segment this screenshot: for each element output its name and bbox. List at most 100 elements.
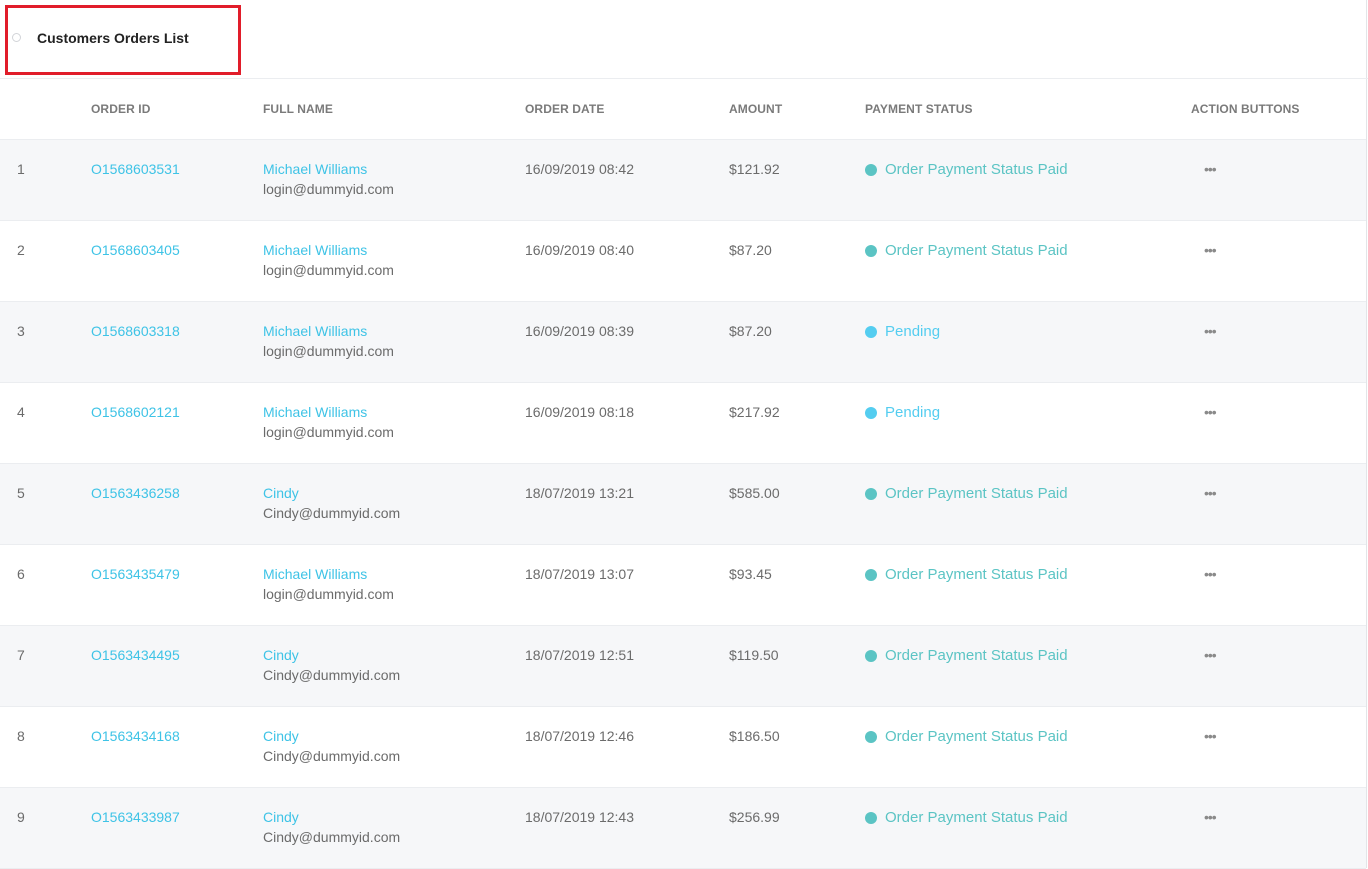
panel-right-border bbox=[1366, 0, 1367, 868]
order-date: 18/07/2019 13:21 bbox=[525, 485, 634, 501]
table-row[interactable]: 1 O1568603531 Michael Williams login@dum… bbox=[0, 139, 1366, 221]
order-id-link[interactable]: O1563434495 bbox=[91, 647, 180, 663]
payment-status-label: Order Payment Status Paid bbox=[885, 809, 1068, 826]
payment-status-badge: Pending bbox=[865, 404, 940, 421]
col-header-amount[interactable]: AMOUNT bbox=[729, 79, 865, 140]
order-id-link[interactable]: O1563435479 bbox=[91, 566, 180, 582]
payment-status-badge: Order Payment Status Paid bbox=[865, 242, 1068, 259]
col-header-order-id[interactable]: ORDER ID bbox=[91, 79, 263, 140]
row-number: 2 bbox=[17, 242, 25, 258]
customer-name-link[interactable]: Cindy bbox=[263, 809, 299, 825]
more-horizontal-icon[interactable]: ••• bbox=[1204, 243, 1217, 257]
customer-email: login@dummyid.com bbox=[263, 262, 394, 278]
order-id-link[interactable]: O1563436258 bbox=[91, 485, 180, 501]
more-horizontal-icon[interactable]: ••• bbox=[1204, 486, 1217, 500]
customer-name-link[interactable]: Cindy bbox=[263, 647, 299, 663]
orders-table: ORDER ID FULL NAME ORDER DATE AMOUNT PAY… bbox=[0, 79, 1366, 869]
payment-status-badge: Order Payment Status Paid bbox=[865, 566, 1068, 583]
customer-name-link[interactable]: Cindy bbox=[263, 485, 299, 501]
order-id-link[interactable]: O1563433987 bbox=[91, 809, 180, 825]
payment-status-label: Order Payment Status Paid bbox=[885, 728, 1068, 745]
status-dot-icon bbox=[865, 730, 877, 743]
payment-status-badge: Pending bbox=[865, 323, 940, 340]
status-dot-icon bbox=[865, 163, 877, 176]
order-id-link[interactable]: O1568603405 bbox=[91, 242, 180, 258]
table-row[interactable]: 9 O1563433987 Cindy Cindy@dummyid.com 18… bbox=[0, 787, 1366, 869]
customer-name-link[interactable]: Michael Williams bbox=[263, 566, 367, 582]
order-amount: $87.20 bbox=[729, 242, 772, 258]
more-horizontal-icon[interactable]: ••• bbox=[1204, 567, 1217, 581]
row-number: 8 bbox=[17, 728, 25, 744]
order-amount: $585.00 bbox=[729, 485, 780, 501]
payment-status-badge: Order Payment Status Paid bbox=[865, 485, 1068, 502]
col-header-full-name[interactable]: FULL NAME bbox=[263, 79, 525, 140]
order-id-link[interactable]: O1563434168 bbox=[91, 728, 180, 744]
status-dot-icon bbox=[865, 487, 877, 500]
order-id-link[interactable]: O1568603531 bbox=[91, 161, 180, 177]
more-horizontal-icon[interactable]: ••• bbox=[1204, 324, 1217, 338]
customer-name-link[interactable]: Cindy bbox=[263, 728, 299, 744]
customer-name-link[interactable]: Michael Williams bbox=[263, 404, 367, 420]
status-dot-icon bbox=[865, 406, 877, 419]
row-number: 3 bbox=[17, 323, 25, 339]
payment-status-label: Pending bbox=[885, 323, 941, 340]
status-dot-icon bbox=[865, 649, 877, 662]
row-number: 9 bbox=[17, 809, 25, 825]
row-number: 4 bbox=[17, 404, 25, 420]
payment-status-label: Order Payment Status Paid bbox=[885, 485, 1068, 502]
order-id-link[interactable]: O1568603318 bbox=[91, 323, 180, 339]
more-horizontal-icon[interactable]: ••• bbox=[1204, 648, 1217, 662]
order-amount: $93.45 bbox=[729, 566, 772, 582]
panel-header: Customers Orders List bbox=[0, 0, 1368, 79]
table-row[interactable]: 6 O1563435479 Michael Williams login@dum… bbox=[0, 545, 1366, 626]
order-date: 16/09/2019 08:18 bbox=[525, 404, 634, 420]
order-amount: $119.50 bbox=[729, 647, 779, 663]
order-amount: $121.92 bbox=[729, 161, 780, 177]
payment-status-badge: Order Payment Status Paid bbox=[865, 809, 1068, 826]
col-header-payment-status[interactable]: PAYMENT STATUS bbox=[865, 79, 1191, 140]
row-number: 6 bbox=[17, 566, 25, 582]
row-number: 7 bbox=[17, 647, 25, 663]
order-id-link[interactable]: O1568602121 bbox=[91, 404, 180, 420]
row-number: 5 bbox=[17, 485, 25, 501]
more-horizontal-icon[interactable]: ••• bbox=[1204, 810, 1217, 824]
order-amount: $217.92 bbox=[729, 404, 780, 420]
customer-name-link[interactable]: Michael Williams bbox=[263, 323, 367, 339]
payment-status-badge: Order Payment Status Paid bbox=[865, 161, 1068, 178]
order-amount: $186.50 bbox=[729, 728, 780, 744]
payment-status-label: Order Payment Status Paid bbox=[885, 647, 1068, 664]
customer-email: Cindy@dummyid.com bbox=[263, 748, 401, 764]
col-header-number bbox=[0, 79, 91, 140]
customer-email: Cindy@dummyid.com bbox=[263, 829, 401, 845]
payment-status-badge: Order Payment Status Paid bbox=[865, 647, 1068, 664]
table-row[interactable]: 7 O1563434495 Cindy Cindy@dummyid.com 18… bbox=[0, 625, 1366, 707]
table-row[interactable]: 2 O1568603405 Michael Williams login@dum… bbox=[0, 221, 1366, 302]
table-row[interactable]: 5 O1563436258 Cindy Cindy@dummyid.com 18… bbox=[0, 463, 1366, 545]
order-date: 18/07/2019 13:07 bbox=[525, 566, 634, 582]
table-row[interactable]: 8 O1563434168 Cindy Cindy@dummyid.com 18… bbox=[0, 707, 1366, 788]
payment-status-label: Order Payment Status Paid bbox=[885, 566, 1068, 583]
table-row[interactable]: 3 O1568603318 Michael Williams login@dum… bbox=[0, 301, 1366, 383]
customer-email: login@dummyid.com bbox=[263, 424, 394, 440]
order-date: 18/07/2019 12:43 bbox=[525, 809, 634, 825]
payment-status-label: Order Payment Status Paid bbox=[885, 161, 1068, 178]
radio-circle-icon[interactable] bbox=[12, 33, 21, 42]
more-horizontal-icon[interactable]: ••• bbox=[1204, 405, 1217, 419]
col-header-order-date[interactable]: ORDER DATE bbox=[525, 79, 729, 140]
order-date: 18/07/2019 12:46 bbox=[525, 728, 634, 744]
page-title: Customers Orders List bbox=[37, 30, 189, 46]
col-header-action-buttons: ACTION BUTTONS bbox=[1191, 79, 1366, 140]
order-amount: $256.99 bbox=[729, 809, 780, 825]
table-header-row: ORDER ID FULL NAME ORDER DATE AMOUNT PAY… bbox=[0, 79, 1366, 140]
row-number: 1 bbox=[17, 161, 25, 177]
customer-email: login@dummyid.com bbox=[263, 343, 394, 359]
more-horizontal-icon[interactable]: ••• bbox=[1204, 162, 1217, 176]
customer-email: login@dummyid.com bbox=[263, 181, 394, 197]
customer-name-link[interactable]: Michael Williams bbox=[263, 161, 367, 177]
status-dot-icon bbox=[865, 811, 877, 824]
customer-name-link[interactable]: Michael Williams bbox=[263, 242, 367, 258]
table-row[interactable]: 4 O1568602121 Michael Williams login@dum… bbox=[0, 383, 1366, 464]
customer-email: Cindy@dummyid.com bbox=[263, 505, 401, 521]
customer-email: login@dummyid.com bbox=[263, 586, 394, 602]
more-horizontal-icon[interactable]: ••• bbox=[1204, 729, 1217, 743]
